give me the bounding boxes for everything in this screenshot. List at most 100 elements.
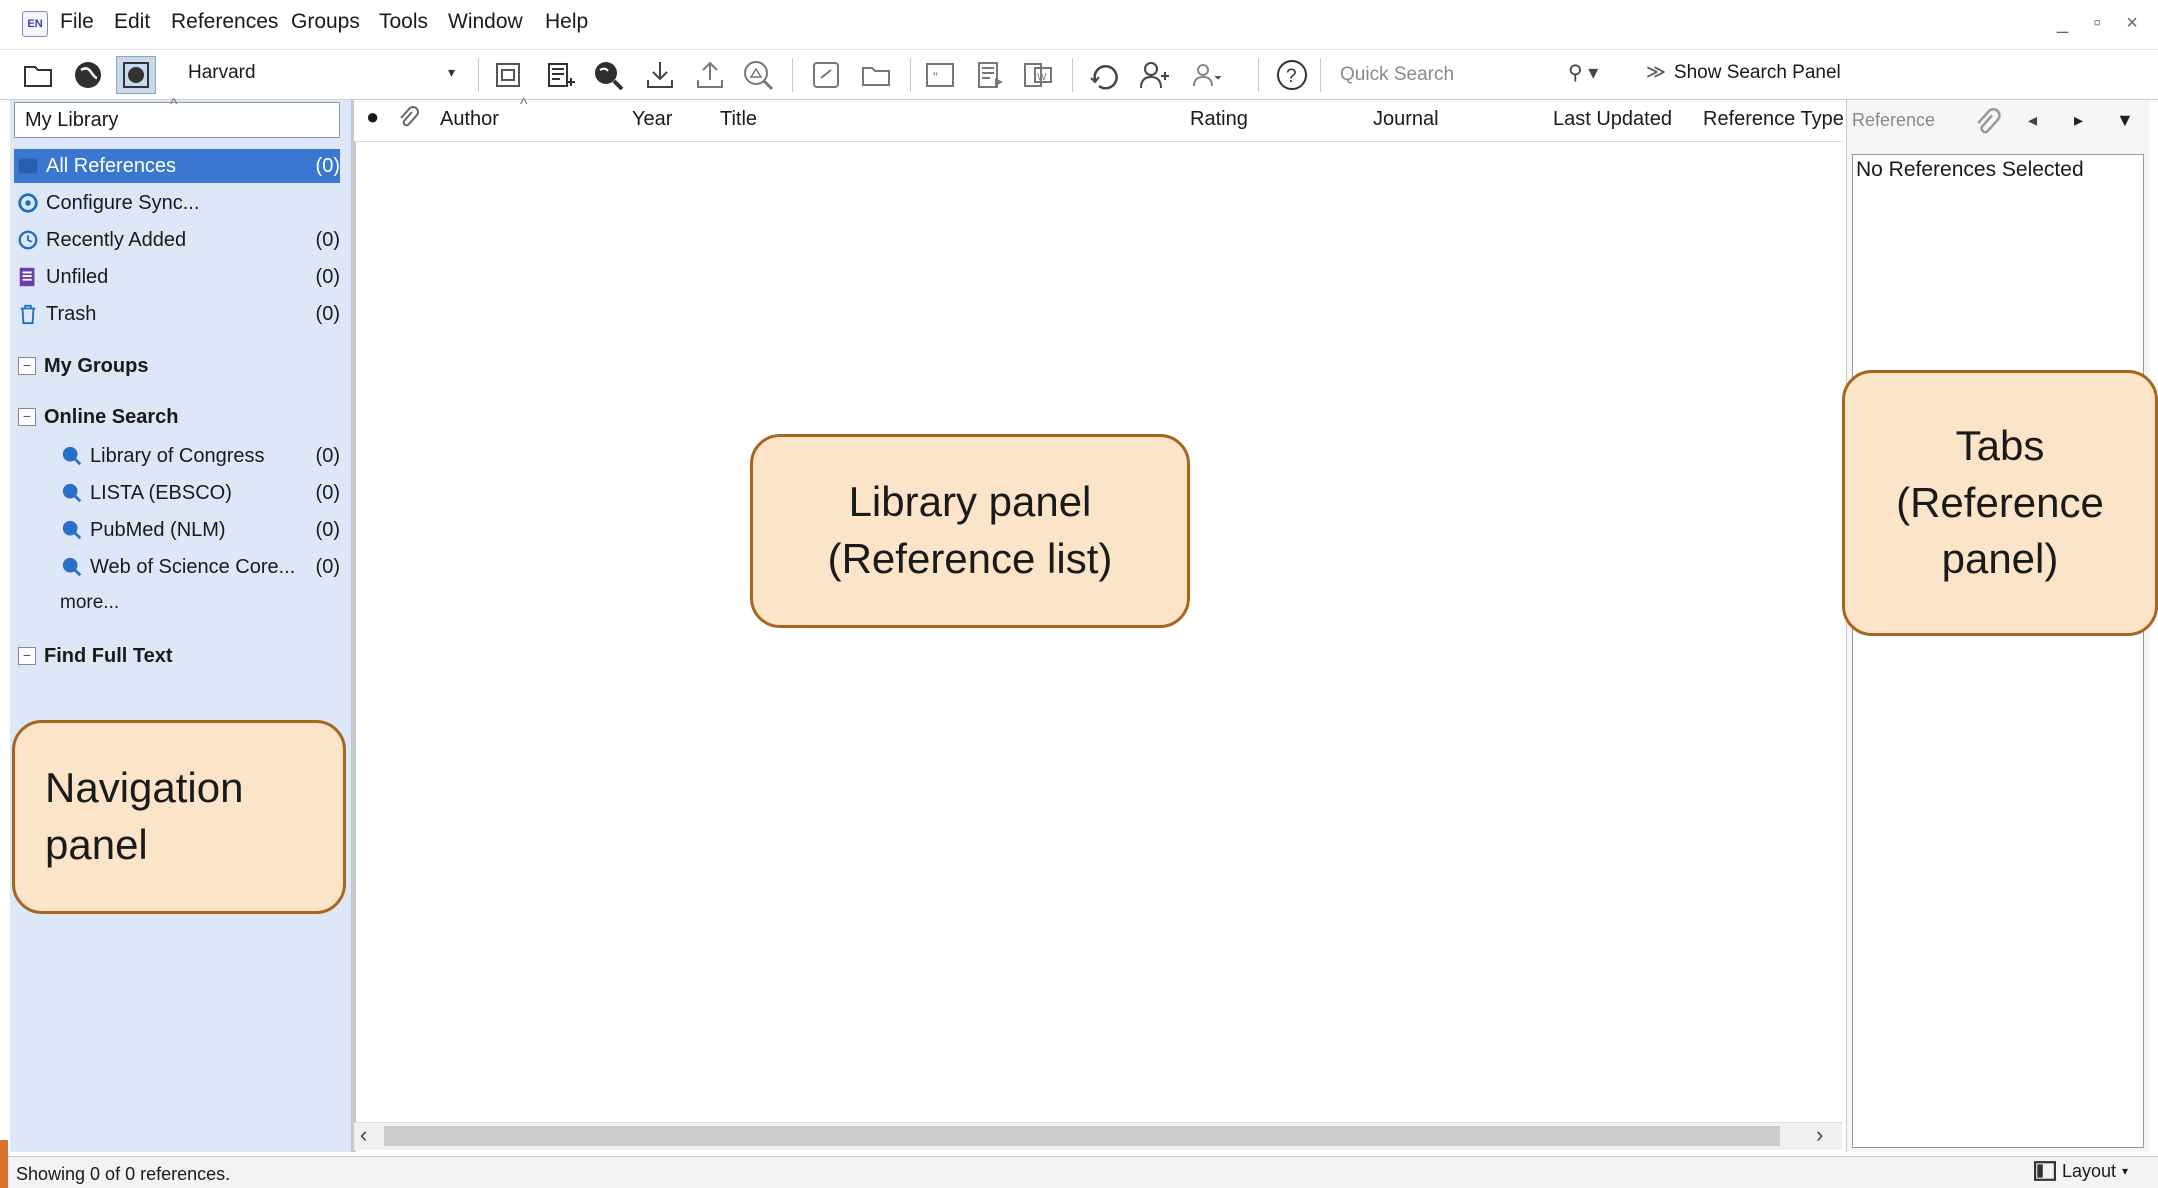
- menu-tools[interactable]: Tools: [379, 10, 428, 34]
- callout-line: Navigation: [45, 764, 244, 812]
- toolbar-separator: [1072, 58, 1073, 92]
- toolbar-separator: [1320, 58, 1321, 92]
- next-tab-icon[interactable]: ▸: [2074, 110, 2083, 131]
- group-header-my-groups[interactable]: − My Groups: [18, 349, 148, 383]
- group-header-label: Find Full Text: [44, 644, 173, 667]
- trash-icon: [14, 300, 42, 328]
- callout-line: panel: [45, 821, 148, 868]
- clock-icon: [14, 226, 42, 254]
- nav-item-all-references[interactable]: All References (0): [14, 149, 340, 183]
- manage-users-icon[interactable]: [1186, 56, 1226, 94]
- previous-tab-icon[interactable]: ◂: [2028, 110, 2037, 131]
- online-source-count: (0): [315, 555, 340, 578]
- scrollbar-thumb[interactable]: [384, 1126, 1780, 1146]
- menu-window[interactable]: Window: [448, 10, 523, 34]
- layout-button[interactable]: Layout ▾: [2034, 1160, 2128, 1182]
- nav-item-label: All References: [46, 154, 177, 177]
- quick-search-input[interactable]: [1330, 58, 1560, 92]
- column-title[interactable]: Title: [720, 108, 757, 131]
- reference-count-status: Showing 0 of 0 references.: [16, 1164, 231, 1184]
- find-full-text-icon[interactable]: [738, 56, 778, 94]
- scroll-left-icon[interactable]: ‹: [360, 1122, 367, 1148]
- help-icon[interactable]: ?: [1272, 56, 1312, 94]
- svg-text:?: ?: [1286, 66, 1297, 87]
- online-source-lista-ebsco[interactable]: LISTA (EBSCO) (0): [58, 476, 340, 510]
- online-source-web-of-science[interactable]: Web of Science Core... (0): [58, 550, 340, 584]
- show-search-panel-button[interactable]: ≫ Show Search Panel: [1646, 61, 1841, 84]
- panel-splitter[interactable]: [352, 100, 356, 1152]
- insert-citation-icon[interactable]: ”: [920, 56, 960, 94]
- navigation-panel: [10, 100, 352, 1152]
- menu-references[interactable]: References: [171, 10, 278, 34]
- read-status-column-icon[interactable]: ●: [366, 104, 379, 130]
- attachment-column-icon[interactable]: [396, 106, 420, 136]
- online-search-globe-icon[interactable]: [588, 56, 628, 94]
- nav-item-configure-sync[interactable]: Configure Sync...: [14, 186, 340, 220]
- online-source-pubmed[interactable]: PubMed (NLM) (0): [58, 513, 340, 547]
- all-references-icon: [14, 152, 42, 180]
- callout-line: panel): [1941, 535, 2059, 583]
- column-reference-type[interactable]: Reference Type: [1703, 108, 1844, 131]
- menu-file[interactable]: File: [60, 10, 94, 34]
- callout-line: Tabs: [1955, 421, 2045, 469]
- format-bibliography-icon[interactable]: [970, 56, 1010, 94]
- tab-menu-icon[interactable]: ▼: [2116, 110, 2134, 131]
- window-controls[interactable]: _ ▫ ×: [2057, 12, 2148, 35]
- export-icon[interactable]: [690, 56, 730, 94]
- attachment-tab-icon[interactable]: [1972, 108, 2002, 143]
- svg-text:W: W: [1037, 72, 1047, 83]
- share-icon[interactable]: [1134, 56, 1174, 94]
- online-source-count: (0): [315, 444, 340, 467]
- layout-label: Layout: [2062, 1160, 2117, 1181]
- toolbar-separator: [792, 58, 793, 92]
- online-search-source-icon: [58, 516, 86, 544]
- sort-caret-icon: ^: [520, 96, 528, 113]
- collapse-icon[interactable]: −: [18, 647, 36, 665]
- citation-style-value: Harvard: [188, 62, 256, 83]
- collapse-icon[interactable]: −: [18, 357, 36, 375]
- chevron-down-icon[interactable]: ▾: [448, 64, 455, 81]
- online-search-icon[interactable]: [68, 56, 108, 94]
- sync-icon[interactable]: [1084, 56, 1124, 94]
- online-search-source-icon: [58, 479, 86, 507]
- nav-item-unfiled[interactable]: Unfiled (0): [14, 260, 340, 294]
- group-header-online-search[interactable]: − Online Search: [18, 400, 179, 434]
- toolbar-separator: [478, 58, 479, 92]
- new-reference-icon[interactable]: [540, 56, 580, 94]
- menu-help[interactable]: Help: [545, 10, 588, 34]
- column-year[interactable]: Year: [632, 108, 672, 131]
- more-sources-link[interactable]: more...: [60, 592, 119, 614]
- local-library-icon[interactable]: [18, 56, 58, 94]
- sync-icon: [14, 189, 42, 217]
- search-icon[interactable]: ⚲ ▾: [1568, 60, 1598, 85]
- online-source-label: Library of Congress: [90, 444, 265, 467]
- scroll-right-icon[interactable]: ›: [1816, 1122, 1823, 1148]
- integrated-library-icon[interactable]: [116, 56, 156, 94]
- nav-item-recently-added[interactable]: Recently Added (0): [14, 223, 340, 257]
- nav-item-count: (0): [315, 302, 340, 325]
- group-header-label: My Groups: [44, 354, 149, 377]
- open-link-icon[interactable]: [806, 56, 846, 94]
- word-icon[interactable]: W: [1018, 56, 1058, 94]
- callout-tabs: Tabs (Reference panel): [1842, 370, 2158, 636]
- menu-groups[interactable]: Groups: [291, 10, 360, 34]
- collapse-icon[interactable]: −: [18, 408, 36, 426]
- column-journal[interactable]: Journal: [1373, 108, 1439, 131]
- column-last-updated[interactable]: Last Updated: [1553, 108, 1672, 131]
- online-search-source-icon: [58, 442, 86, 470]
- tab-reference[interactable]: Reference: [1852, 110, 1935, 131]
- column-author[interactable]: Author: [440, 108, 499, 131]
- new-group-icon[interactable]: [488, 56, 528, 94]
- online-source-library-of-congress[interactable]: Library of Congress (0): [58, 439, 340, 473]
- menu-edit[interactable]: Edit: [114, 10, 150, 34]
- chevron-down-icon: ▾: [2122, 1164, 2129, 1178]
- callout-line: (Reference: [1896, 478, 2104, 526]
- callout-line: (Reference list): [827, 535, 1113, 582]
- toolbar-separator: [910, 58, 911, 92]
- open-file-icon[interactable]: [856, 56, 896, 94]
- group-header-find-full-text[interactable]: − Find Full Text: [18, 639, 173, 673]
- nav-item-trash[interactable]: Trash (0): [14, 297, 340, 331]
- column-rating[interactable]: Rating: [1190, 108, 1248, 131]
- import-icon[interactable]: [640, 56, 680, 94]
- toolbar-separator: [1258, 58, 1259, 92]
